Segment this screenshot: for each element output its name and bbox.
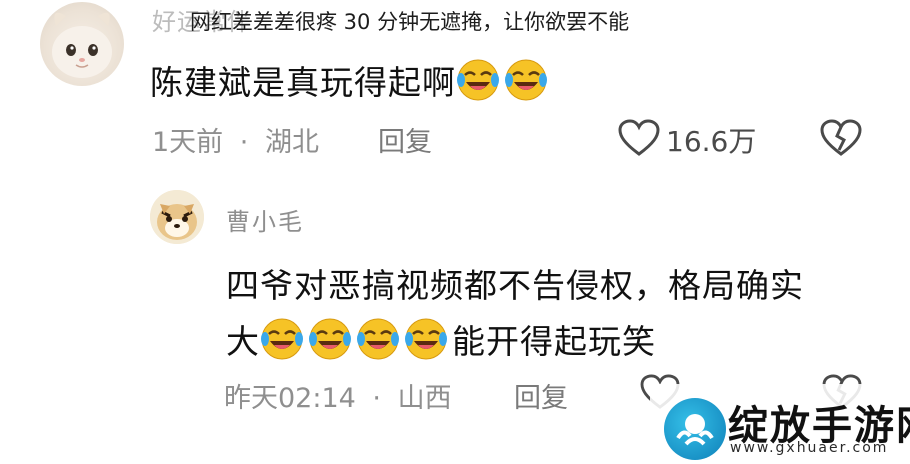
heart-outline-icon[interactable] xyxy=(618,119,660,157)
comment-body: 陈建斌是真玩得起啊 xyxy=(150,63,456,102)
laughing-crying-emoji-icon xyxy=(357,318,399,360)
like-count: 16.6万 xyxy=(666,125,757,158)
reply-text-suffix: 能开得起玩笑 xyxy=(452,322,656,361)
laughing-crying-emoji-icon xyxy=(261,318,303,360)
reply-button[interactable]: 回复 xyxy=(378,127,432,158)
reply-username[interactable]: 曹小毛 xyxy=(226,202,304,237)
reply-button[interactable]: 回复 xyxy=(514,383,568,414)
meta-separator: · xyxy=(372,383,381,414)
laughing-crying-emoji-icon xyxy=(457,59,499,101)
reply-time: 昨天02:14 xyxy=(224,383,356,414)
comment-location: 湖北 xyxy=(264,127,319,158)
laughing-crying-emoji-icon xyxy=(505,59,547,101)
reply-avatar[interactable] xyxy=(150,190,204,244)
reply-meta: 昨天02:14 · 山西 xyxy=(224,376,452,415)
comment-time: 1天前 xyxy=(152,127,224,158)
reply-text-line1: 四爷对恶搞视频都不告侵权，格局确实 xyxy=(226,266,804,305)
overlay-caption: 网红差差差很疼 30 分钟无遮掩，让你欲罢不能 xyxy=(190,10,630,34)
meta-separator: · xyxy=(239,127,249,158)
avatar[interactable] xyxy=(40,2,124,86)
reply-text: 四爷对恶搞视频都不告侵权，格局确实 大 能开得起玩笑 xyxy=(226,258,866,370)
reply-location: 山西 xyxy=(397,383,452,414)
laughing-crying-emoji-icon xyxy=(309,318,351,360)
watermark-url: www.gxhuaer.com xyxy=(730,440,889,456)
watermark-logo-icon xyxy=(664,398,726,460)
reply-text-prefix: 大 xyxy=(226,322,260,361)
laughing-crying-emoji-icon xyxy=(405,318,447,360)
reply-text-line2: 大 能开得起玩笑 xyxy=(226,314,866,370)
comment-meta: 1天前 · 湖北 xyxy=(152,120,319,159)
comment-text: 陈建斌是真玩得起啊 xyxy=(150,56,552,104)
broken-heart-icon[interactable] xyxy=(820,119,862,157)
